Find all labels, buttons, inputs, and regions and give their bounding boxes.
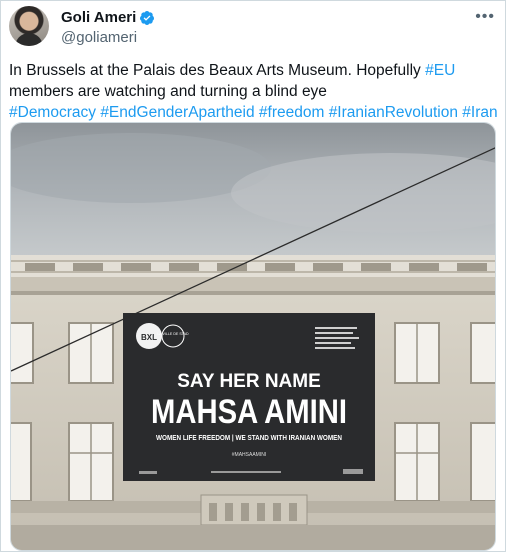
more-options-icon[interactable]: ••• [475,8,495,26]
display-name[interactable]: Goli Ameri [61,9,136,26]
verified-badge-icon [140,10,155,25]
user-handle[interactable]: @goliameri [61,29,137,46]
banner-logo: BXL [141,333,157,342]
hashtag-iran[interactable]: #Iran [462,104,497,121]
hashtag-freedom[interactable]: #freedom [259,104,324,121]
building-photo: BXL LA VILLE DE STAD SAY HER NAME MAHSA … [11,123,495,550]
tweet-photo[interactable]: BXL LA VILLE DE STAD SAY HER NAME MAHSA … [10,122,496,551]
banner-slogan: WOMEN LIFE FREEDOM | WE STAND WITH IRANI… [156,435,342,442]
avatar[interactable] [9,6,49,46]
hashtag-democracy[interactable]: #Democracy [9,104,96,121]
tweet-header: Goli Ameri @goliameri ••• [9,6,499,50]
hashtag-eu[interactable]: #EU [425,62,455,79]
banner-headline-small: SAY HER NAME [177,371,321,392]
hashtag-endgenderapartheid[interactable]: #EndGenderApartheid [100,104,254,121]
tweet-text: In Brussels at the Palais des Beaux Arts… [9,60,499,123]
hashtag-iranianrevolution[interactable]: #IranianRevolution [329,104,458,121]
tweet-card[interactable]: Goli Ameri @goliameri ••• In Brussels at… [0,0,506,552]
name-row: Goli Ameri [61,9,155,26]
banner-hashtag: #MAHSAAMINI [232,452,266,458]
banner-headline-large: MAHSA AMINI [151,393,347,431]
tweet-text-rest: members are watching and turning a blind… [9,83,327,100]
tweet-text-start: In Brussels at the Palais des Beaux Arts… [9,62,426,79]
banner-logo-sub: LA VILLE DE STAD [157,332,189,336]
